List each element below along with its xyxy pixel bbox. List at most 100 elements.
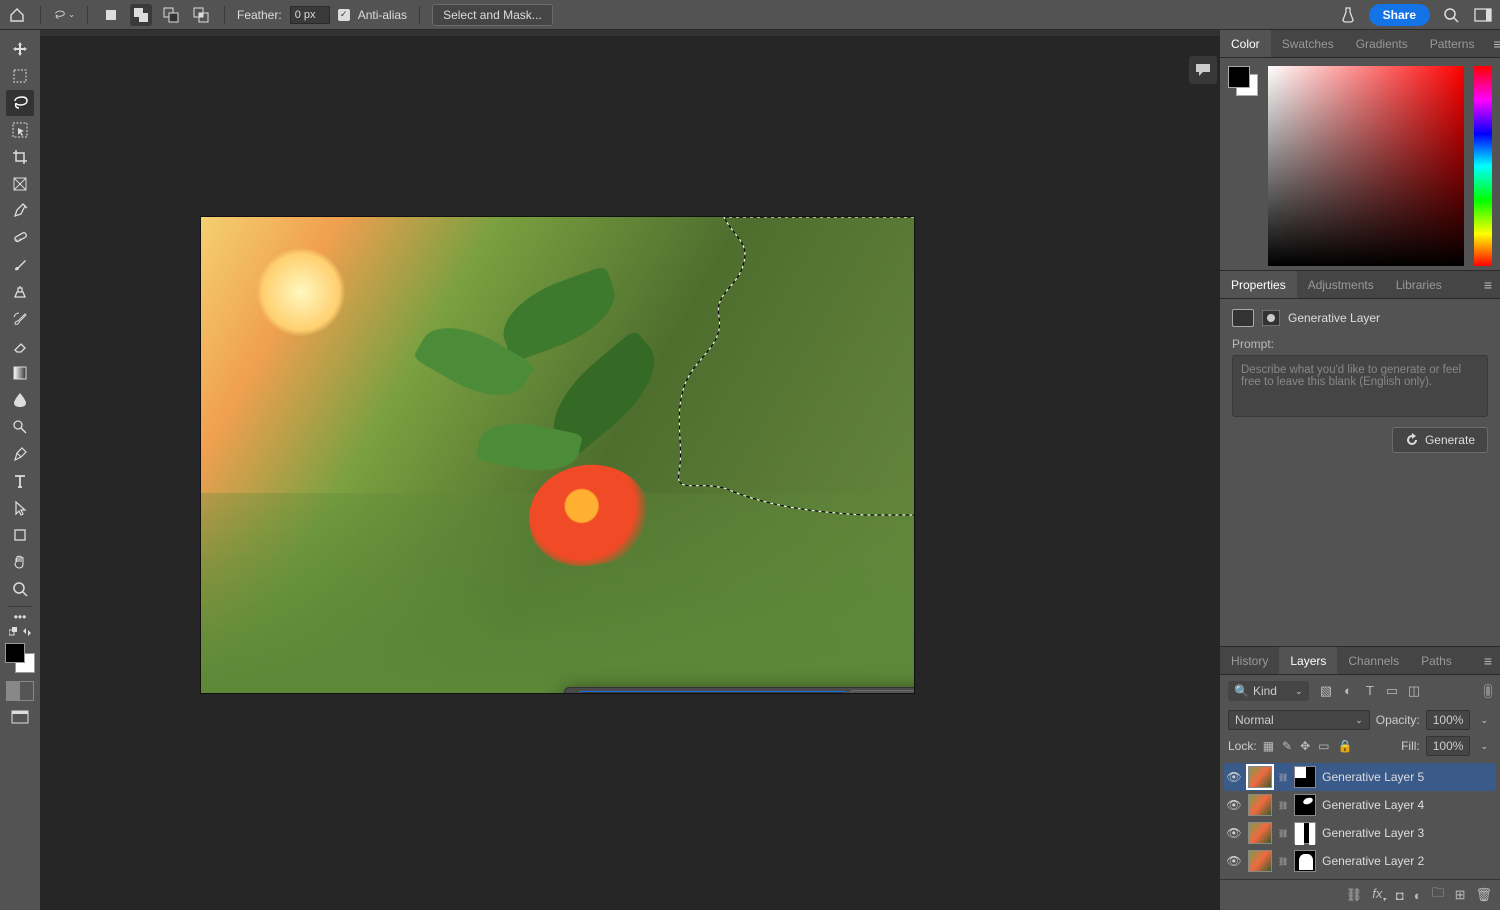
rectangle-tool-icon[interactable] [6,522,34,548]
lock-transparency-icon[interactable]: ▦ [1263,739,1274,753]
dodge-tool-icon[interactable] [6,414,34,440]
zoom-tool-icon[interactable] [6,576,34,602]
layer-thumbnail[interactable] [1248,822,1272,844]
tab-libraries[interactable]: Libraries [1385,271,1453,298]
color-fg-bg-swatches[interactable] [1228,66,1258,96]
tab-properties[interactable]: Properties [1220,271,1297,298]
lock-position-icon[interactable]: ✥ [1300,739,1310,753]
fill-input[interactable]: 100% [1426,736,1471,756]
screen-mode-icon[interactable] [6,707,34,727]
type-tool-icon[interactable] [6,468,34,494]
visibility-icon[interactable]: 👁 [1226,770,1242,784]
share-button[interactable]: Share [1369,4,1430,26]
brush-tool-icon[interactable] [6,252,34,278]
link-layers-icon[interactable]: ⛓ [1346,887,1363,903]
search-icon[interactable] [1440,4,1462,26]
layer-item[interactable]: 👁 ⛓ Generative Layer 4 [1224,791,1496,819]
pen-tool-icon[interactable] [6,441,34,467]
mask-thumbnail[interactable] [1294,822,1316,844]
select-and-mask-button[interactable]: Select and Mask... [432,4,553,26]
layer-item[interactable]: 👁 ⛓ Generative Layer 5 [1224,763,1496,791]
document-canvas[interactable]: Generate ••• Back Generate variations [200,216,915,694]
new-selection-icon[interactable] [100,4,122,26]
group-icon[interactable]: 🗀 [1432,884,1445,906]
tab-color[interactable]: Color [1220,30,1271,57]
panel-menu-icon[interactable]: ≡ [1476,653,1500,669]
opacity-input[interactable]: 100% [1426,710,1471,730]
lock-nesting-icon[interactable]: ▭ [1318,739,1329,753]
move-tool-icon[interactable] [6,36,34,62]
tab-gradients[interactable]: Gradients [1345,30,1419,57]
eraser-tool-icon[interactable] [6,333,34,359]
fill-dropdown-icon[interactable]: ⌄ [1476,739,1492,754]
feedback-icon[interactable] [1189,56,1217,84]
generate-button[interactable]: Generate [850,690,915,694]
hue-slider[interactable] [1474,66,1492,266]
clone-stamp-tool-icon[interactable] [6,279,34,305]
beaker-icon[interactable] [1337,4,1359,26]
layer-item[interactable]: 👁 ⛓ Generative Layer 3 [1224,819,1496,847]
tab-paths[interactable]: Paths [1410,647,1463,674]
home-icon[interactable] [6,4,28,26]
tool-preset-lasso-icon[interactable]: ⌄ [53,4,75,26]
lock-pixels-icon[interactable]: ✎ [1282,739,1292,753]
workspace-icon[interactable] [1472,4,1494,26]
layer-filter-kind[interactable]: 🔍Kind⌄ [1228,681,1309,701]
mask-thumbnail[interactable] [1294,850,1316,872]
layer-thumbnail[interactable] [1248,850,1272,872]
panel-menu-icon[interactable]: ≡ [1485,36,1500,52]
blur-tool-icon[interactable] [6,387,34,413]
feather-input[interactable] [290,6,330,24]
lock-all-icon[interactable]: 🔒 [1338,739,1353,753]
visibility-icon[interactable]: 👁 [1226,798,1242,812]
new-layer-icon[interactable]: ⊞ [1455,887,1466,903]
edit-toolbar-icon[interactable]: ••• [6,610,34,624]
mask-icon [1262,310,1280,326]
tab-history[interactable]: History [1220,647,1279,674]
history-brush-tool-icon[interactable] [6,306,34,332]
visibility-icon[interactable]: 👁 [1226,854,1242,868]
swap-default-colors[interactable] [9,627,32,637]
lasso-tool-icon[interactable] [6,90,34,116]
foreground-background-swatches[interactable] [5,643,35,673]
adjustment-layer-icon[interactable]: ◐ [1414,888,1422,903]
tab-adjustments[interactable]: Adjustments [1297,271,1385,298]
intersect-selection-icon[interactable] [190,4,212,26]
tab-patterns[interactable]: Patterns [1419,30,1486,57]
crop-tool-icon[interactable] [6,144,34,170]
generative-prompt-input[interactable] [579,691,846,694]
tab-channels[interactable]: Channels [1337,647,1410,674]
gradient-tool-icon[interactable] [6,360,34,386]
properties-generate-button[interactable]: Generate [1392,427,1488,453]
path-selection-tool-icon[interactable] [6,495,34,521]
frame-tool-icon[interactable] [6,171,34,197]
tab-swatches[interactable]: Swatches [1271,30,1345,57]
color-field[interactable] [1268,66,1464,266]
mask-thumbnail[interactable] [1294,766,1316,788]
add-to-selection-icon[interactable] [130,4,152,26]
opacity-dropdown-icon[interactable]: ⌄ [1476,713,1492,728]
anti-alias-checkbox[interactable]: ✓ [338,9,350,21]
mask-thumbnail[interactable] [1294,794,1316,816]
hand-tool-icon[interactable] [6,549,34,575]
healing-brush-tool-icon[interactable] [6,225,34,251]
layer-item[interactable]: 👁 ⛓ Generative Layer 2 [1224,847,1496,875]
layer-thumbnail[interactable] [1248,766,1272,788]
blend-mode-select[interactable]: Normal⌄ [1228,710,1370,730]
subtract-from-selection-icon[interactable] [160,4,182,26]
layer-filter-icons[interactable]: ▧◐T▭◫ [1313,683,1480,699]
layer-fx-icon[interactable]: fx▾ [1372,886,1386,904]
layers-list: 👁 ⛓ Generative Layer 5 👁 ⛓ Generative La… [1220,759,1500,879]
prompt-textarea[interactable]: Describe what you'd like to generate or … [1232,355,1488,417]
visibility-icon[interactable]: 👁 [1226,826,1242,840]
tab-layers[interactable]: Layers [1279,647,1337,674]
object-selection-tool-icon[interactable] [6,117,34,143]
marquee-tool-icon[interactable] [6,63,34,89]
eyedropper-tool-icon[interactable] [6,198,34,224]
filter-toggle[interactable] [1484,684,1492,698]
quick-mask-icon[interactable] [6,681,34,701]
layer-thumbnail[interactable] [1248,794,1272,816]
delete-layer-icon[interactable]: 🗑 [1475,887,1492,903]
add-mask-icon[interactable]: ◘ [1396,888,1404,903]
panel-menu-icon[interactable]: ≡ [1476,277,1500,293]
